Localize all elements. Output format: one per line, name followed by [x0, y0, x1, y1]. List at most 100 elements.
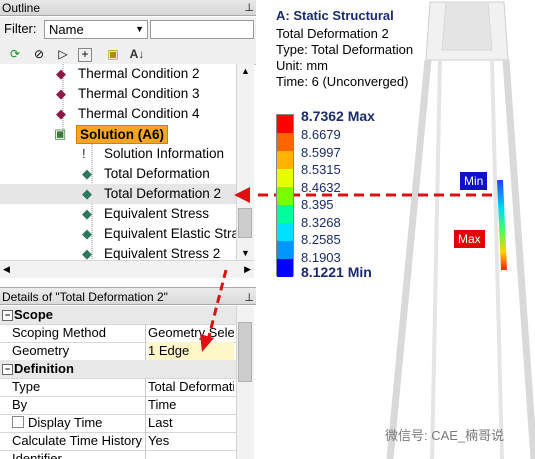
- details-value[interactable]: Time: [148, 396, 234, 414]
- tree-item[interactable]: ◆ Equivalent Elastic Stra: [0, 224, 236, 244]
- details-key: Calculate Time History: [12, 432, 146, 450]
- tree-item[interactable]: ◆ Equivalent Stress: [0, 204, 236, 224]
- legend-tick-label: 8.4632: [301, 179, 341, 195]
- tree-item-label: Equivalent Stress: [104, 206, 210, 221]
- tree-item[interactable]: ◆ Thermal Condition 2: [0, 64, 236, 84]
- legend-tick-label: 8.2585: [301, 232, 341, 247]
- legend-color-segment: [277, 187, 293, 205]
- details-value[interactable]: [148, 450, 234, 459]
- legend-tick-label: 8.5997: [301, 144, 341, 160]
- tree-item-label: Solution (A6): [76, 125, 168, 144]
- tree-item-label: Total Deformation: [104, 166, 210, 181]
- tree-item[interactable]: ◆ Total Deformation 2: [0, 184, 236, 204]
- legend-min-label: 8.1221 Min: [301, 264, 372, 280]
- details-key-text: Geometry: [12, 343, 70, 358]
- details-value[interactable]: Total Deformation: [148, 378, 234, 396]
- filter-select[interactable]: Name ▼: [44, 20, 148, 39]
- scroll-right-icon[interactable]: ▶: [244, 264, 251, 275]
- details-scroll-thumb[interactable]: [238, 322, 252, 382]
- outline-title-text: Outline: [2, 1, 41, 15]
- sort-az-icon[interactable]: A↓: [128, 45, 146, 63]
- details-row[interactable]: Geometry 1 Edge: [0, 342, 236, 361]
- result-icon: ◆: [82, 206, 92, 221]
- details-key-text: Identifier: [12, 451, 62, 459]
- legend-color-segment: [277, 259, 293, 277]
- details-group-label: Definition: [14, 361, 74, 376]
- outline-tree: ◆ Thermal Condition 2 ◆ Thermal Condition 3…: [0, 64, 236, 260]
- details-value[interactable]: 1 Edge: [148, 342, 234, 360]
- filter-bar: Filter: Name ▼: [0, 17, 256, 43]
- details-row[interactable]: By Time: [0, 396, 236, 415]
- pin-icon[interactable]: ⊥: [244, 289, 254, 307]
- details-key: Geometry: [12, 342, 146, 360]
- details-key: By: [12, 396, 146, 414]
- folder-icon[interactable]: ▣: [104, 45, 122, 63]
- details-key: Scoping Method: [12, 324, 146, 342]
- suppress-icon[interactable]: ⊘: [30, 45, 48, 63]
- legend-tick-label: 8.1903: [301, 249, 341, 265]
- collapse-icon[interactable]: −: [2, 364, 13, 375]
- result-icon: ◆: [82, 186, 92, 201]
- details-key-text: Scoping Method: [12, 325, 106, 340]
- scroll-down-icon[interactable]: ▼: [241, 248, 250, 258]
- legend-tick-label: 8.395: [301, 197, 334, 212]
- details-key: Identifier: [12, 450, 146, 459]
- details-row[interactable]: Display Time Last: [0, 414, 236, 433]
- details-row[interactable]: Scoping Method Geometry Selection: [0, 324, 236, 343]
- legend-color-segment: [277, 169, 293, 187]
- result-type: Type: Total Deformation: [276, 42, 414, 57]
- details-grid: −ScopeScoping MethodGeometry SelectionGe…: [0, 306, 236, 459]
- max-probe-tag: Max: [454, 230, 485, 248]
- legend-max-label: 8.7362 Max: [301, 108, 375, 124]
- scroll-up-icon[interactable]: ▲: [241, 66, 250, 76]
- details-key-text: Calculate Time History: [12, 433, 143, 448]
- scroll-left-icon[interactable]: ◀: [3, 264, 10, 275]
- legend-color-segment: [277, 133, 293, 151]
- details-value[interactable]: Last: [148, 414, 234, 432]
- checkbox[interactable]: [12, 416, 24, 428]
- min-probe-label: Min: [464, 174, 484, 188]
- details-row[interactable]: Identifier: [0, 450, 236, 459]
- tree-item[interactable]: ▣ Solution (A6): [0, 124, 236, 144]
- details-group[interactable]: − Scope: [0, 306, 236, 325]
- legend-color-segment: [277, 241, 293, 259]
- chevron-down-icon: ▼: [135, 24, 144, 34]
- outline-panel-title: Outline ⊥: [0, 0, 256, 16]
- tree-item[interactable]: ! Solution Information: [0, 144, 236, 164]
- tree-item[interactable]: ◆ Total Deformation: [0, 164, 236, 184]
- tree-item-label: Total Deformation 2: [104, 186, 222, 201]
- result-name: Total Deformation 2: [276, 26, 389, 41]
- outline-scroll-thumb[interactable]: [238, 208, 252, 238]
- tree-item[interactable]: ◆ Thermal Condition 3: [0, 84, 236, 104]
- result-time: Time: 6 (Unconverged): [276, 74, 409, 89]
- go-to-icon[interactable]: ▷: [54, 45, 72, 63]
- details-row[interactable]: Type Total Deformation: [0, 378, 236, 397]
- min-probe-tag: Min: [460, 172, 488, 190]
- filter-select-value: Name: [49, 22, 84, 37]
- details-row[interactable]: Calculate Time History Yes: [0, 432, 236, 451]
- thermal-condition-icon: ◆: [56, 66, 66, 81]
- analysis-title: A: Static Structural: [276, 8, 394, 23]
- tree-item-label: Thermal Condition 2: [78, 66, 200, 81]
- refresh-icon[interactable]: ⟳: [6, 45, 24, 63]
- details-group-label: Scope: [14, 307, 54, 322]
- details-key-text: Display Time: [28, 415, 103, 430]
- collapse-icon[interactable]: −: [2, 310, 13, 321]
- details-key: Display Time: [12, 414, 146, 432]
- details-group[interactable]: − Definition: [0, 360, 236, 379]
- tree-item-label: Thermal Condition 4: [78, 106, 200, 121]
- expand-all-icon[interactable]: +: [78, 48, 92, 62]
- pin-icon[interactable]: ⊥: [244, 0, 254, 16]
- legend-color-segment: [277, 151, 293, 169]
- result-icon: ◆: [82, 226, 92, 241]
- outline-horizontal-scrollbar[interactable]: ◀ ▶: [0, 260, 254, 278]
- filter-label: Filter:: [4, 21, 37, 36]
- details-title-text: Details of "Total Deformation 2": [2, 290, 168, 304]
- filter-search-input[interactable]: [150, 20, 254, 39]
- details-key: Type: [12, 378, 146, 396]
- tree-item[interactable]: ◆ Thermal Condition 4: [0, 104, 236, 124]
- details-value[interactable]: Yes: [148, 432, 234, 450]
- tree-item[interactable]: ◆ Equivalent Stress 2: [0, 244, 236, 260]
- legend-color-segment: [277, 223, 293, 241]
- details-value[interactable]: Geometry Selection: [148, 324, 234, 342]
